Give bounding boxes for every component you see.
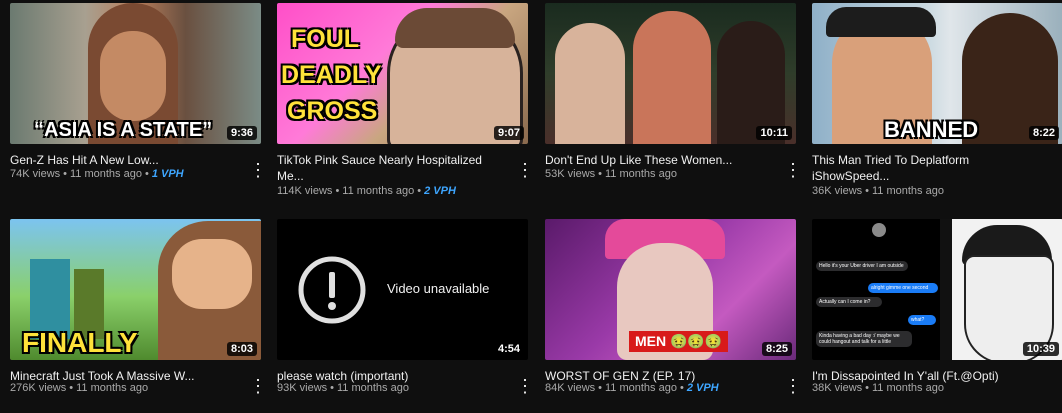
meta-separator: •: [865, 185, 869, 197]
more-options-icon[interactable]: ⋮: [1056, 377, 1062, 397]
more-options-icon[interactable]: ⋮: [1056, 161, 1062, 181]
vph-badge: 2 VPH: [686, 382, 719, 394]
view-count: 93K views: [277, 382, 328, 394]
video-title[interactable]: Don't End Up Like These Women...: [545, 152, 767, 168]
upload-age: 11 months ago: [76, 382, 149, 394]
video-meta: 114K views • 11 months ago • 2 VPH: [277, 185, 456, 197]
vph-badge: 2 VPH: [424, 185, 456, 197]
video-card-2[interactable]: FOUL DEADLY GROSS 9:07 TikTok Pink Sauce…: [277, 3, 534, 197]
alert-icon: [298, 256, 366, 324]
meta-separator: •: [865, 382, 869, 394]
video-card-4[interactable]: BANNED 8:22 This Man Tried To Deplatform…: [812, 3, 1062, 197]
upload-age: 11 months ago: [872, 185, 944, 197]
video-thumbnail[interactable]: “ASIA IS A STATE” 9:36: [10, 3, 261, 144]
chat-message: alright gimme one second: [868, 283, 938, 293]
chat-message: Hello it's your Uber driver I am outside: [816, 261, 908, 271]
video-meta: 74K views • 11 months ago • 1 VPH: [10, 168, 184, 180]
thumbnail-caption: MEN 🤢🤢🤢: [629, 331, 729, 352]
more-options-icon[interactable]: ⋮: [784, 377, 802, 397]
video-meta: 36K views • 11 months ago: [812, 185, 944, 197]
duration-badge: 9:36: [226, 126, 257, 140]
thumbnail-caption: “ASIA IS A STATE”: [34, 119, 213, 141]
chat-message: what?: [908, 315, 936, 325]
video-card-5[interactable]: FINALLY 8:03 Minecraft Just Took A Massi…: [10, 219, 267, 395]
upload-age: 11 months ago: [337, 382, 409, 394]
thumbnail-caption-line-1: FOUL: [291, 25, 360, 53]
thumbnail-caption: FINALLY: [22, 327, 138, 358]
meta-separator: •: [144, 168, 149, 180]
video-thumbnail[interactable]: 10:11: [545, 3, 796, 144]
video-thumbnail[interactable]: FOUL DEADLY GROSS 9:07: [277, 3, 528, 144]
meta-separator: •: [598, 382, 602, 394]
video-card-8[interactable]: Hello it's your Uber driver I am outside…: [812, 219, 1062, 395]
video-meta: 93K views • 11 months ago: [277, 382, 409, 394]
duration-badge: 8:22: [1028, 126, 1059, 140]
upload-age: 11 months ago: [605, 382, 677, 394]
view-count: 38K views: [812, 382, 863, 394]
meta-separator: •: [63, 168, 67, 180]
unavailable-message: Video unavailable: [387, 281, 490, 296]
more-options-icon[interactable]: ⋮: [249, 161, 267, 181]
video-title[interactable]: This Man Tried To Deplatform iShowSpeed.…: [812, 152, 1034, 184]
meta-separator: •: [330, 382, 334, 394]
chat-screenshot: Hello it's your Uber driver I am outside…: [812, 219, 940, 360]
meta-separator: •: [417, 185, 422, 197]
video-thumbnail[interactable]: FINALLY 8:03: [10, 219, 261, 360]
meta-separator: •: [679, 382, 684, 394]
video-thumbnail[interactable]: Video unavailable 4:54: [277, 219, 528, 360]
meta-separator: •: [335, 185, 340, 197]
thumbnail-caption-line-2: DEADLY: [281, 61, 382, 89]
view-count: 84K views: [545, 382, 596, 394]
video-meta: 38K views • 11 months ago: [812, 382, 944, 394]
video-meta: 53K views • 11 months ago: [545, 168, 677, 180]
more-options-icon[interactable]: ⋮: [516, 377, 534, 397]
video-card-3[interactable]: 10:11 Don't End Up Like These Women... 5…: [545, 3, 802, 180]
view-count: 53K views: [545, 168, 596, 180]
more-options-icon[interactable]: ⋮: [249, 377, 267, 397]
view-count: 276K views: [10, 382, 67, 394]
thumbnail-caption: BANNED: [884, 117, 979, 142]
video-title[interactable]: TikTok Pink Sauce Nearly Hospitalized Me…: [277, 152, 499, 184]
duration-badge: 9:07: [493, 126, 524, 140]
view-count: 74K views: [10, 168, 61, 180]
vph-badge: 1 VPH: [151, 168, 184, 180]
duration-badge: 10:11: [756, 126, 792, 140]
upload-age: 11 months ago: [70, 168, 142, 180]
video-card-1[interactable]: “ASIA IS A STATE” 9:36 Gen-Z Has Hit A N…: [10, 3, 267, 180]
view-count: 114K views: [277, 185, 333, 197]
video-meta: 276K views • 11 months ago: [10, 382, 148, 394]
view-count: 36K views: [812, 185, 863, 197]
video-thumbnail[interactable]: Hello it's your Uber driver I am outside…: [812, 219, 1062, 360]
duration-badge: 8:03: [226, 342, 257, 356]
more-options-icon[interactable]: ⋮: [516, 161, 534, 181]
thumbnail-caption-line-3: GROSS: [287, 97, 378, 125]
video-card-6[interactable]: Video unavailable 4:54 please watch (imp…: [277, 219, 534, 395]
upload-age: 11 months ago: [872, 382, 944, 394]
meta-separator: •: [69, 382, 74, 394]
video-title[interactable]: Gen-Z Has Hit A New Low...: [10, 152, 232, 168]
duration-badge: 10:39: [1022, 342, 1059, 356]
chat-message: Kinda having a bad day :/ maybe we could…: [816, 331, 912, 347]
chat-message: Actually can I come in?: [816, 297, 882, 307]
duration-badge: 4:54: [493, 342, 524, 356]
video-thumbnail[interactable]: BANNED 8:22: [812, 3, 1062, 144]
more-options-icon[interactable]: ⋮: [784, 161, 802, 181]
upload-age: 11 months ago: [605, 168, 677, 180]
upload-age: 11 months ago: [342, 185, 415, 197]
video-card-7[interactable]: MEN 🤢🤢🤢 8:25 WORST OF GEN Z (EP. 17) 84K…: [545, 219, 802, 395]
meta-separator: •: [598, 168, 602, 180]
duration-badge: 8:25: [761, 342, 792, 356]
video-thumbnail[interactable]: MEN 🤢🤢🤢 8:25: [545, 219, 796, 360]
video-meta: 84K views • 11 months ago • 2 VPH: [545, 382, 719, 394]
